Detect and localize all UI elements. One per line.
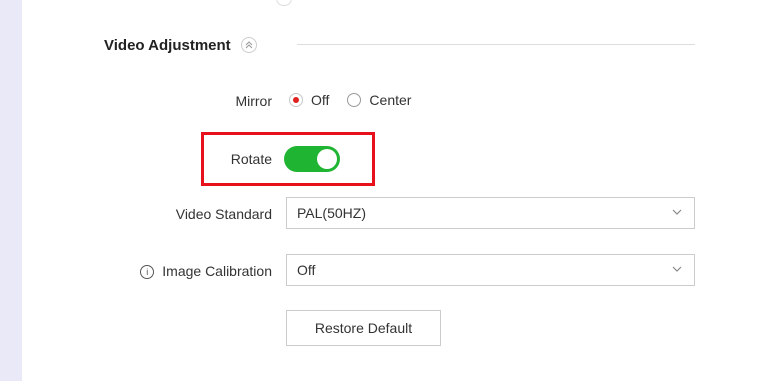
collapse-toggle[interactable] [240,37,257,53]
settings-panel: Video Adjustment Mirror Off Center Rotat… [22,0,765,381]
mirror-option-center-label: Center [369,92,412,108]
video-standard-select[interactable]: PAL(50HZ) [286,197,695,229]
image-calibration-row-label: i Image Calibration [22,263,272,279]
restore-default-button[interactable]: Restore Default [286,310,441,346]
chevron-down-icon [672,266,682,272]
info-icon[interactable]: i [140,265,155,279]
mirror-option-off[interactable]: Off [289,92,329,108]
mirror-option-center[interactable]: Center [347,92,411,108]
section-header: Video Adjustment [104,34,257,56]
radio-checked-icon[interactable] [289,93,303,107]
rotate-highlight-box [201,132,375,186]
double-chevron-up-icon [245,41,253,49]
section-divider [297,44,695,45]
mirror-label: Mirror [235,93,272,109]
image-calibration-label: Image Calibration [162,263,272,279]
section-title: Video Adjustment [104,36,231,54]
chevron-down-icon [672,209,682,215]
collapse-remnant-icon [276,0,292,6]
mirror-option-off-label: Off [311,92,330,108]
image-calibration-value: Off [297,262,316,278]
video-standard-label: Video Standard [175,206,272,222]
video-standard-value: PAL(50HZ) [297,205,366,221]
mirror-radio-group: Off Center [289,92,429,108]
image-calibration-select[interactable]: Off [286,254,695,286]
radio-unchecked-icon[interactable] [347,93,362,107]
